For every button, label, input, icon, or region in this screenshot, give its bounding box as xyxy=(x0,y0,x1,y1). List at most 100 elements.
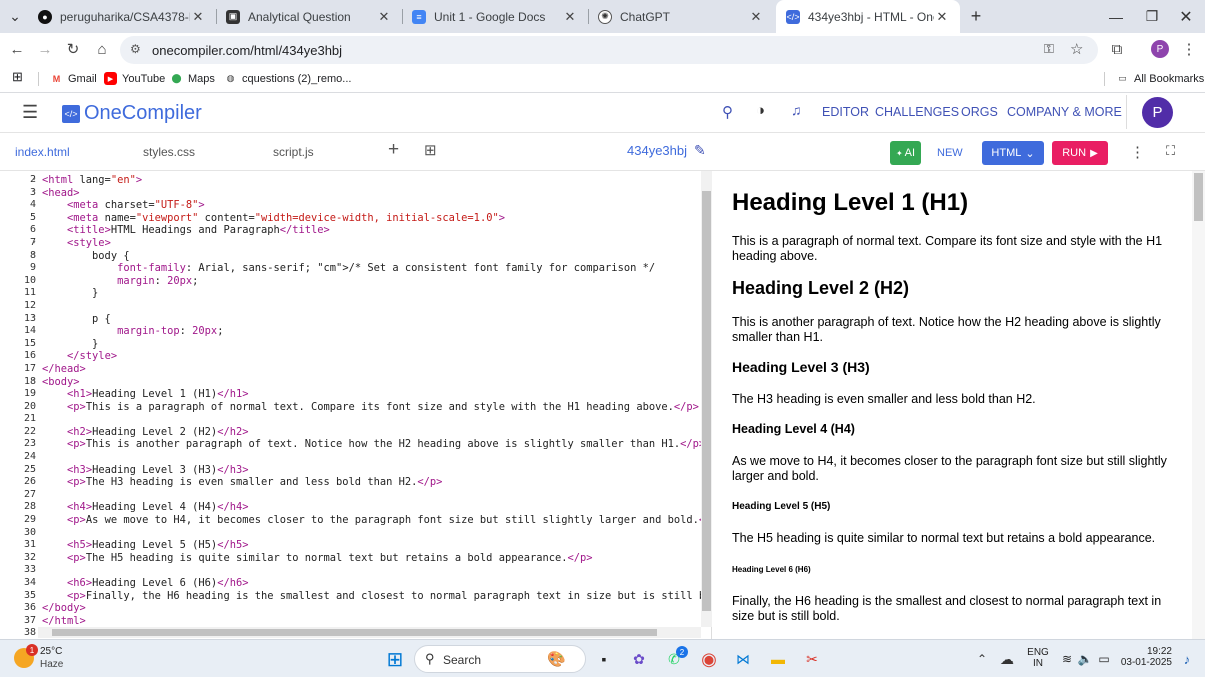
code-line[interactable]: body { xyxy=(42,250,702,263)
code-editor[interactable]: 2 ▾ 3 ▾ 4 5 6 7 ▾ 8 ▾ 9 10 11 12 13 ▾ 14 15 16 17 18 ▾ 19 20 21 22… xyxy=(0,171,712,639)
nav-challenges[interactable]: CHALLENGES xyxy=(875,105,959,119)
back-icon[interactable]: ← xyxy=(4,33,30,65)
preview-scrollbar[interactable] xyxy=(1192,171,1205,639)
code-line[interactable]: <body> xyxy=(42,376,702,389)
code-line[interactable]: <h1>Heading Level 1 (H1)</h1> xyxy=(42,388,702,401)
code-line[interactable]: </head> xyxy=(42,363,702,376)
forward-icon[interactable]: → xyxy=(32,33,58,65)
apps-icon[interactable]: ⊞ xyxy=(12,69,23,85)
browser-tab-google-docs[interactable]: ≡ Unit 1 - Google Docs ✕ xyxy=(402,0,588,33)
edit-pencil-icon[interactable]: ✎ xyxy=(694,142,706,159)
chrome-icon[interactable]: ◉ xyxy=(697,648,721,670)
code-line[interactable]: } xyxy=(42,287,702,300)
add-file-icon[interactable]: + xyxy=(388,139,399,161)
code-line[interactable]: <style> xyxy=(42,237,702,250)
code-line[interactable]: <h3>Heading Level 3 (H3)</h3> xyxy=(42,464,702,477)
code-line[interactable]: <head> xyxy=(42,187,702,200)
task-view-icon[interactable]: ▪ xyxy=(592,648,616,670)
close-icon[interactable]: ✕ xyxy=(748,9,764,25)
vscode-icon[interactable]: ⋈ xyxy=(731,648,755,670)
preview-scroll-thumb[interactable] xyxy=(1194,173,1203,221)
more-options-icon[interactable]: ⋮ xyxy=(1130,143,1145,161)
fullscreen-icon[interactable]: ⛶ xyxy=(1166,143,1175,159)
editor-horizontal-scroll-thumb[interactable] xyxy=(52,629,657,636)
code-line[interactable]: <h6>Heading Level 6 (H6)</h6> xyxy=(42,577,702,590)
code-line[interactable]: <title>HTML Headings and Paragraph</titl… xyxy=(42,224,702,237)
windows-start-icon[interactable]: ⊞ xyxy=(383,648,407,671)
onedrive-cloud-icon[interactable]: ☁ xyxy=(995,648,1019,670)
restore-icon[interactable]: ❐ xyxy=(1134,0,1170,33)
bookmark-maps[interactable]: ⬤ Maps xyxy=(170,72,214,85)
copilot-icon[interactable]: ✿ xyxy=(627,648,651,670)
code-line[interactable]: <p>The H5 heading is quite similar to no… xyxy=(42,552,702,565)
omnibox[interactable]: ⚙ onecompiler.com/html/434ye3hbj ⚿ ☆ xyxy=(120,36,1098,64)
fold-arrow-icon[interactable]: ▾ xyxy=(32,175,36,183)
code-line[interactable]: <p>This is another paragraph of text. No… xyxy=(42,438,702,451)
clock[interactable]: 19:22 03-01-2025 xyxy=(1120,646,1172,668)
taskbar-search-box[interactable]: ⚲ Search 🎨 xyxy=(414,645,586,673)
bookmark-star-icon[interactable]: ☆ xyxy=(1070,40,1083,58)
code-line[interactable]: <meta name="viewport" content="width=dev… xyxy=(42,212,702,225)
new-button[interactable]: NEW xyxy=(937,147,963,159)
bookmark-cquestions[interactable]: ◍ cquestions (2)_remo... xyxy=(224,72,352,85)
url-text[interactable]: onecompiler.com/html/434ye3hbj xyxy=(152,43,342,58)
nav-editor[interactable]: EDITOR xyxy=(822,105,869,119)
code-line[interactable]: <h2>Heading Level 2 (H2)</h2> xyxy=(42,426,702,439)
code-line[interactable]: </html> xyxy=(42,615,702,628)
code-lines[interactable]: <html lang="en"> <head> <meta charset="UT… xyxy=(42,174,702,640)
code-line[interactable] xyxy=(42,300,702,313)
code-line[interactable] xyxy=(42,489,702,502)
language-indicator[interactable]: ENG IN xyxy=(1027,647,1049,669)
code-title[interactable]: 434ye3hbj xyxy=(627,143,687,158)
code-line[interactable]: <meta charset="UTF-8"> xyxy=(42,199,702,212)
add-image-icon[interactable]: ⊞ xyxy=(424,141,437,159)
code-line[interactable]: font-family: Arial, sans-serif; "cm">/* … xyxy=(42,262,702,275)
site-info-icon[interactable]: ⚙ xyxy=(130,42,141,56)
browser-tab-analytical[interactable]: ▣ Analytical Question ✕ xyxy=(216,0,402,33)
language-select-button[interactable]: HTML ⌄ xyxy=(982,141,1044,165)
fold-arrow-icon[interactable]: ▾ xyxy=(32,187,36,195)
weather-condition[interactable]: Haze xyxy=(40,659,63,670)
minimize-icon[interactable]: — xyxy=(1098,0,1134,33)
onecompiler-logo[interactable]: </> OneCompiler xyxy=(62,102,202,125)
file-tab-script-js[interactable]: script.js xyxy=(273,145,314,159)
fold-arrow-icon[interactable]: ▾ xyxy=(32,313,36,321)
run-button[interactable]: RUN ▶ xyxy=(1052,141,1108,165)
code-line[interactable] xyxy=(42,451,702,464)
code-line[interactable] xyxy=(42,413,702,426)
password-key-icon[interactable]: ⚿ xyxy=(1044,41,1054,57)
show-hidden-icons-chevron[interactable]: ⌃ xyxy=(970,648,994,670)
ai-button[interactable]: ✦ AI xyxy=(890,141,921,165)
theme-toggle-icon[interactable]: ◑ xyxy=(756,102,765,119)
fold-arrow-icon[interactable]: ▾ xyxy=(32,238,36,246)
bookmark-gmail[interactable]: M Gmail xyxy=(50,72,97,85)
code-line[interactable]: margin-top: 20px; xyxy=(42,325,702,338)
window-close-icon[interactable]: ✕ xyxy=(1168,0,1204,33)
search-icon[interactable]: ⚲ xyxy=(722,103,733,121)
code-line[interactable]: <p>As we move to H4, it becomes closer t… xyxy=(42,514,702,527)
code-line[interactable] xyxy=(42,564,702,577)
code-line[interactable]: <h5>Heading Level 5 (H5)</h5> xyxy=(42,539,702,552)
all-bookmarks[interactable]: ▭ All Bookmarks xyxy=(1116,72,1204,85)
browser-tab-onecompiler[interactable]: </> 434ye3hbj - HTML - OneCompi ✕ xyxy=(776,0,960,33)
code-line[interactable]: <h4>Heading Level 4 (H4)</h4> xyxy=(42,501,702,514)
close-icon[interactable]: ✕ xyxy=(376,9,392,25)
bookmark-youtube[interactable]: ▶ YouTube xyxy=(104,72,165,85)
hamburger-menu-icon[interactable]: ☰ xyxy=(22,102,38,123)
snipping-tool-icon[interactable]: ✂ xyxy=(800,648,824,670)
notification-bell-icon[interactable]: ♪ xyxy=(1175,648,1199,670)
code-line[interactable]: p { xyxy=(42,313,702,326)
battery-icon[interactable]: ▭ xyxy=(1092,648,1116,670)
code-line[interactable]: </body> xyxy=(42,602,702,615)
code-line[interactable]: <html lang="en"> xyxy=(42,174,702,187)
code-line[interactable]: </style> xyxy=(42,350,702,363)
fold-arrow-icon[interactable]: ▾ xyxy=(32,250,36,258)
new-tab-button[interactable]: + xyxy=(962,0,990,33)
home-icon[interactable]: ⌂ xyxy=(89,33,115,65)
nav-orgs[interactable]: ORGS xyxy=(961,105,998,119)
close-icon[interactable]: ✕ xyxy=(562,9,578,25)
tab-search-icon[interactable]: ⌄ xyxy=(0,0,30,33)
code-line[interactable]: <p>Finally, the H6 heading is the smalle… xyxy=(42,590,702,603)
code-line[interactable]: } xyxy=(42,338,702,351)
browser-tab-chatgpt[interactable]: ✺ ChatGPT ✕ xyxy=(588,0,774,33)
